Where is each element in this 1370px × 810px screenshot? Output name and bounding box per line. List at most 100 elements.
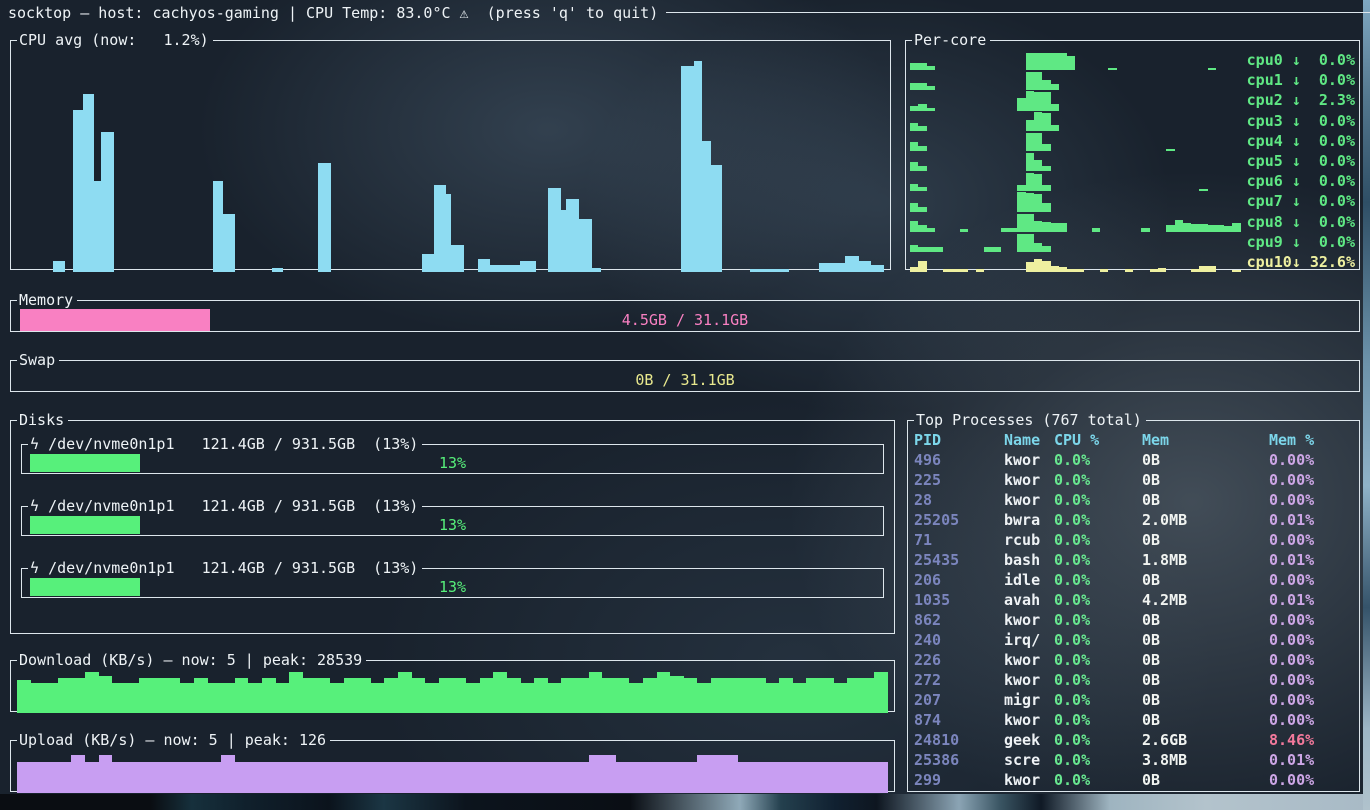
core-label: cpu3↓0.0% [1247, 111, 1355, 131]
spark-bar [1042, 144, 1050, 151]
process-row: 28kwor0.0%0B0.00% [912, 490, 1357, 510]
core-label: cpu0↓0.0% [1247, 50, 1355, 70]
core-label: cpu5↓0.0% [1247, 151, 1355, 171]
download-bar [738, 678, 752, 713]
upload-bar [99, 755, 113, 793]
download-bar [153, 678, 167, 713]
download-bar [697, 683, 711, 713]
core-row: cpu5↓0.0% [910, 151, 1355, 171]
process-cpu-percent: 0.0% [1054, 550, 1142, 570]
disks-panel-title: Disks [17, 412, 68, 428]
process-pid: 874 [914, 710, 1004, 730]
process-cpu-percent: 0.0% [1054, 590, 1142, 610]
spark-bar [1034, 243, 1042, 252]
spark-bar [1208, 225, 1216, 232]
download-bar [711, 678, 725, 713]
process-mem: 0B [1142, 470, 1269, 490]
download-bar [657, 672, 671, 713]
core-row: cpu3↓0.0% [910, 111, 1355, 131]
cpu-history-bar [694, 61, 702, 272]
spark-bar [910, 142, 918, 151]
core-name: cpu8 [1247, 213, 1292, 231]
download-bar [208, 683, 222, 713]
download-chart [17, 671, 888, 713]
upload-bar [602, 755, 616, 793]
download-bar [44, 683, 58, 713]
cpu-history-bar [83, 94, 94, 272]
process-mem-percent: 0.00% [1269, 650, 1357, 670]
download-bar [58, 678, 72, 713]
process-row: 206idle0.0%0B0.00% [912, 570, 1357, 590]
spark-bar [910, 123, 918, 131]
cpu-history-bar [101, 132, 113, 272]
upload-bar [697, 755, 711, 793]
core-sparkline [910, 232, 1247, 252]
download-bar [194, 678, 208, 713]
process-name: kwor [1004, 450, 1054, 470]
process-mem-percent: 0.00% [1269, 470, 1357, 490]
process-cpu-percent: 0.0% [1054, 470, 1142, 490]
column-header: Mem [1142, 430, 1269, 450]
cpu-history-bar [490, 265, 520, 272]
process-table: PIDNameCPU %MemMem %496kwor0.0%0B0.00%22… [912, 430, 1357, 790]
upload-bar [752, 762, 766, 793]
process-pid: 25386 [914, 750, 1004, 770]
process-name: kwor [1004, 670, 1054, 690]
spark-bar [918, 83, 926, 90]
process-mem-percent: 0.00% [1269, 530, 1357, 550]
process-pid: 25435 [914, 550, 1004, 570]
spark-bar [1034, 221, 1042, 232]
process-mem: 0B [1142, 710, 1269, 730]
process-cpu-percent: 0.0% [1054, 710, 1142, 730]
spark-bar [1034, 72, 1042, 90]
download-bar [439, 678, 453, 713]
upload-bar [834, 762, 848, 793]
core-label: cpu10↓32.6% [1247, 252, 1355, 272]
process-mem-percent: 0.01% [1269, 510, 1357, 530]
upload-bar [670, 762, 684, 793]
process-name: kwor [1004, 710, 1054, 730]
cpu-history-bar [548, 188, 561, 272]
process-row: 226kwor0.0%0B0.00% [912, 650, 1357, 670]
download-bar [112, 683, 126, 713]
download-bar [847, 678, 861, 713]
cpu-history-bar [579, 219, 592, 272]
download-bar [85, 672, 99, 713]
download-bar [602, 678, 616, 713]
core-label: cpu4↓0.0% [1247, 131, 1355, 151]
upload-bar [31, 762, 45, 793]
spark-bar [918, 63, 926, 70]
upload-bar [85, 762, 99, 793]
process-mem-percent: 8.46% [1269, 730, 1357, 750]
process-mem-percent: 0.00% [1269, 770, 1357, 790]
process-mem: 0B [1142, 570, 1269, 590]
upload-bar [657, 762, 671, 793]
spark-bar [1042, 203, 1050, 211]
process-mem: 0B [1142, 650, 1269, 670]
upload-bar [208, 762, 222, 793]
swap-usage-label: 0B / 31.1GB [20, 369, 1350, 391]
process-cpu-percent: 0.0% [1054, 630, 1142, 650]
upload-bar [589, 755, 603, 793]
spark-bar [1067, 56, 1075, 70]
upload-bar [289, 762, 303, 793]
desktop-wallpaper-bottom [0, 794, 1370, 810]
upload-bar [629, 762, 643, 793]
spark-bar [1125, 269, 1133, 272]
upload-bar [58, 762, 72, 793]
upload-bar [384, 762, 398, 793]
process-mem-percent: 0.00% [1269, 610, 1357, 630]
cpu-history-bar [272, 268, 283, 272]
cpu-history-bar [478, 259, 490, 272]
upload-bar [112, 762, 126, 793]
process-cpu-percent: 0.0% [1054, 610, 1142, 630]
window-title-bar: socktop — host: cachyos-gaming | CPU Tem… [8, 4, 1370, 21]
upload-bar [398, 762, 412, 793]
upload-bar [139, 762, 153, 793]
spark-bar [1017, 234, 1025, 252]
disk-list: ϟ /dev/nvme0n1p1 121.4GB / 931.5GB (13%)… [11, 436, 894, 598]
process-mem: 0B [1142, 770, 1269, 790]
download-bar [276, 683, 290, 713]
download-bar [752, 678, 766, 713]
spark-bar [1232, 223, 1240, 231]
